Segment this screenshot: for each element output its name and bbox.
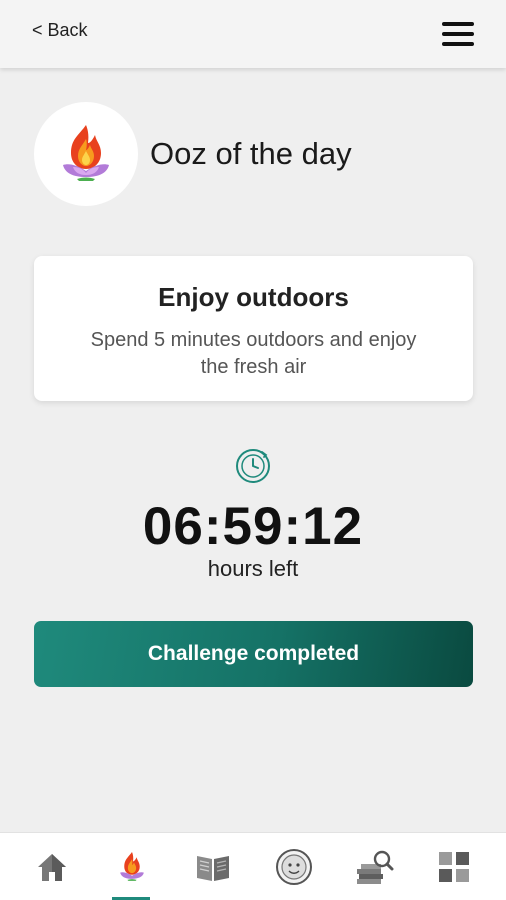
countdown-caption: hours left bbox=[207, 556, 299, 581]
challenge-card: Enjoy outdoors Spend 5 minutes outdoors … bbox=[34, 256, 473, 401]
open-book-icon bbox=[197, 856, 229, 881]
ooz-title: Ooz of the day bbox=[150, 136, 352, 171]
challenge-title: Enjoy outdoors bbox=[158, 282, 349, 312]
nav-library[interactable] bbox=[183, 833, 243, 900]
books-search-icon bbox=[357, 850, 394, 884]
challenge-description: Spend 5 minutes outdoors and enjoy the f… bbox=[90, 329, 417, 378]
fire-lotus-icon bbox=[120, 852, 144, 881]
face-badge-icon bbox=[276, 849, 312, 885]
nav-more[interactable] bbox=[424, 833, 484, 900]
fire-lotus-icon bbox=[63, 125, 109, 181]
nav-home[interactable] bbox=[22, 833, 82, 900]
back-button[interactable]: < Back bbox=[32, 20, 88, 41]
bottom-navigation bbox=[0, 832, 506, 900]
nav-search-books[interactable] bbox=[344, 833, 404, 900]
challenge-completed-button[interactable]: Challenge completed bbox=[34, 621, 473, 687]
top-bar: < Back bbox=[0, 0, 506, 68]
nav-profile[interactable] bbox=[264, 833, 324, 900]
stopwatch-icon bbox=[236, 449, 270, 483]
home-icon bbox=[38, 854, 66, 881]
countdown-timer: 06:59:12 bbox=[142, 497, 364, 556]
hamburger-menu-icon[interactable] bbox=[442, 22, 474, 48]
ooz-avatar bbox=[34, 102, 138, 206]
grid-blocks-icon bbox=[439, 852, 469, 882]
nav-ooz[interactable] bbox=[102, 833, 162, 900]
